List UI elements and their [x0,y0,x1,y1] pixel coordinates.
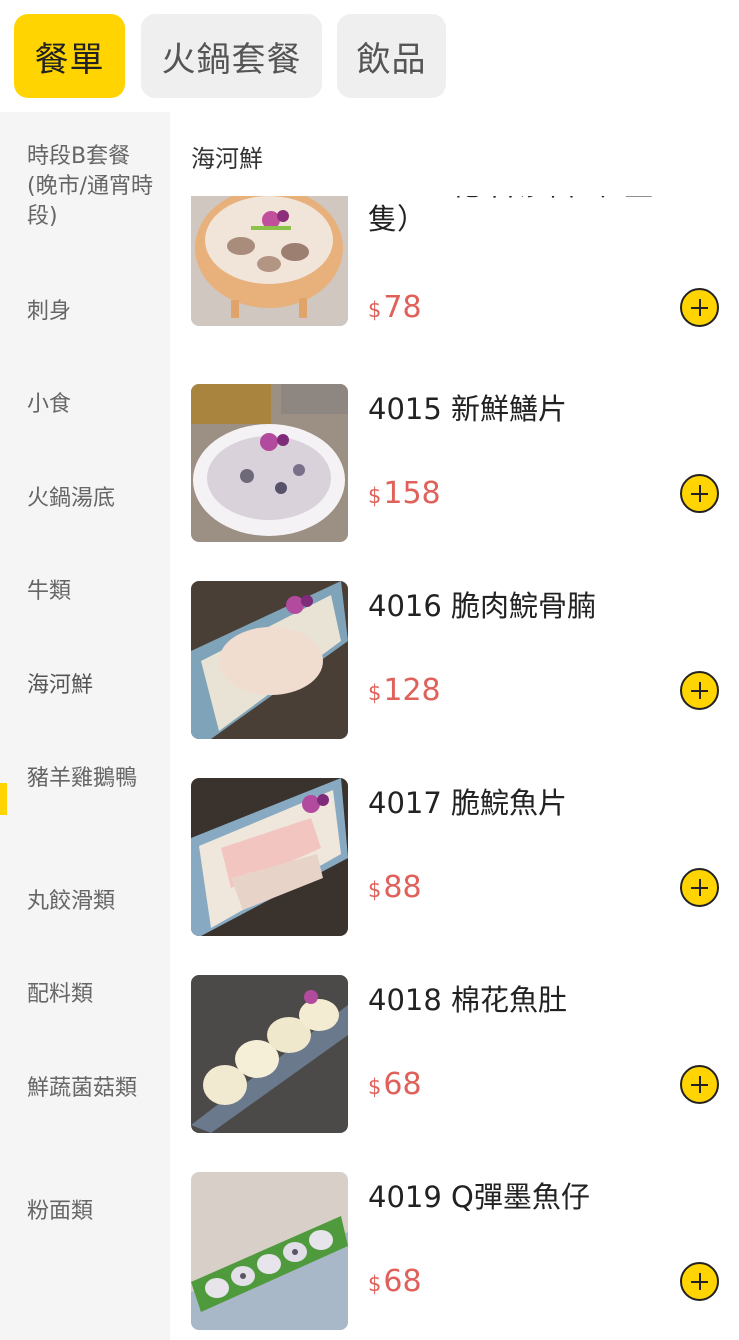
add-to-cart-button[interactable] [680,868,719,907]
menu-item: 4018 棉花魚肚 $68 [170,975,739,1133]
dish-name: 4014 花甲/沙白（6至8隻） [368,168,672,236]
dish-photo [191,384,348,542]
sidebar-item-seafood[interactable]: 海河鮮 [27,671,157,701]
dish-name: 4018 棉花魚肚 [368,983,568,1017]
dish-price: $68 [368,1067,422,1102]
dish-name: 4016 脆肉鯇骨腩 [368,589,597,623]
add-to-cart-button[interactable] [680,1262,719,1301]
dish-photo [191,1172,348,1330]
tab-hotpot-set[interactable]: 火鍋套餐 [141,14,322,98]
menu-item: 4019 Q彈墨魚仔 $68 [170,1172,739,1330]
dish-photo [191,581,348,739]
add-to-cart-button[interactable] [680,288,719,327]
dish-name: 4019 Q彈墨魚仔 [368,1180,590,1214]
sidebar-item-balls-dumplings[interactable]: 丸餃滑類 [27,887,157,917]
dish-price: $158 [368,476,441,511]
category-sidebar: 時段B套餐(晚市/通宵時段) 刺身 小食 火鍋湯底 牛類 海河鮮 豬羊雞鵝鴨 丸… [0,112,170,1340]
sidebar-item-pork-lamb-poultry[interactable]: 豬羊雞鵝鴨 [27,764,157,794]
sidebar-item-noodles[interactable]: 粉面類 [27,1197,157,1227]
menu-item: 4015 新鮮鱔片 $158 [170,384,739,542]
add-to-cart-button[interactable] [680,474,719,513]
dish-price: $128 [368,673,441,708]
sidebar-item-ingredients[interactable]: 配料類 [27,980,157,1010]
sidebar-item-vegetables-mushrooms[interactable]: 鮮蔬菌菇類 [27,1074,157,1104]
sidebar-item-soup-base[interactable]: 火鍋湯底 [27,484,157,514]
dish-price: $78 [368,290,422,325]
dish-photo [191,975,348,1133]
dish-name: 4017 脆鯇魚片 [368,786,568,820]
add-to-cart-button[interactable] [680,671,719,710]
sidebar-item-sashimi[interactable]: 刺身 [27,297,157,327]
sidebar-item-beef[interactable]: 牛類 [27,577,157,607]
dish-price: $88 [368,870,422,905]
dish-photo [191,196,348,326]
menu-item: 4014 花甲/沙白（6至8隻） $78 [170,196,739,339]
active-category-indicator [0,783,7,815]
dish-photo [191,778,348,936]
menu-item: 4017 脆鯇魚片 $88 [170,778,739,936]
dish-name: 4015 新鮮鱔片 [368,392,568,426]
tab-drinks[interactable]: 飲品 [337,14,446,98]
section-title: 海河鮮 [191,145,263,173]
top-tab-bar: 餐單 火鍋套餐 飲品 [0,0,739,112]
sidebar-item-snacks[interactable]: 小食 [27,390,157,420]
menu-list: 海河鮮 4014 花甲/沙白（6至8隻） $78 4015 新鮮鱔片 $158 … [170,112,739,1340]
add-to-cart-button[interactable] [680,1065,719,1104]
tab-menu[interactable]: 餐單 [14,14,125,98]
sidebar-item-set-b[interactable]: 時段B套餐(晚市/通宵時段) [27,142,157,232]
menu-item: 4016 脆肉鯇骨腩 $128 [170,581,739,739]
dish-price: $68 [368,1264,422,1299]
